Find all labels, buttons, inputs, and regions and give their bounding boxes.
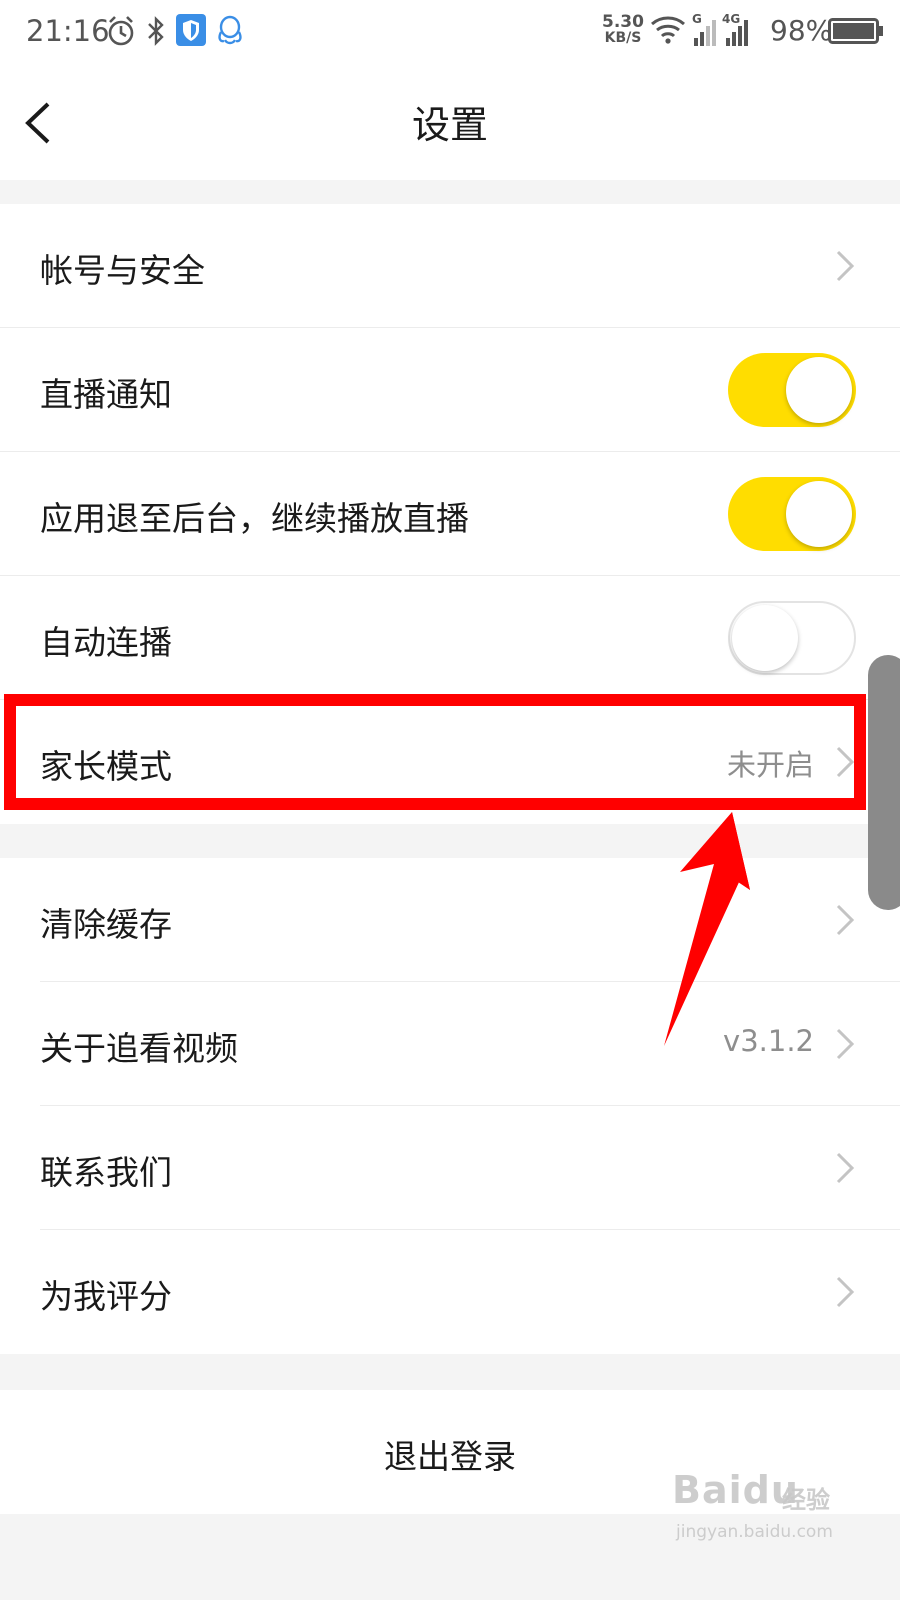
chevron-right-icon bbox=[836, 746, 855, 778]
app-version: v3.1.2 bbox=[723, 1024, 814, 1058]
setting-label: 自动连播 bbox=[40, 623, 172, 662]
parental-mode-status: 未开启 bbox=[726, 748, 814, 782]
settings-group-2: 清除缓存 关于追看视频 v3.1.2 联系我们 为我评分 bbox=[0, 858, 900, 1354]
network-speed: 5.30 KB/S bbox=[598, 12, 648, 47]
battery-icon bbox=[828, 18, 883, 44]
setting-parental-mode[interactable]: 家长模式 未开启 bbox=[0, 700, 900, 824]
toggle-knob bbox=[786, 357, 852, 423]
qq-icon bbox=[218, 15, 242, 45]
chevron-right-icon bbox=[836, 1028, 855, 1060]
setting-label: 清除缓存 bbox=[40, 905, 172, 944]
setting-account-security[interactable]: 帐号与安全 bbox=[0, 204, 900, 328]
page-title: 设置 bbox=[411, 103, 488, 147]
setting-about[interactable]: 关于追看视频 v3.1.2 bbox=[0, 982, 900, 1106]
alarm-icon bbox=[108, 16, 134, 46]
setting-label: 应用退至后台，继续播放直播 bbox=[40, 499, 469, 538]
header-bar: 设置 bbox=[0, 64, 900, 180]
shield-app-icon bbox=[176, 14, 206, 46]
network-speed-unit: KB/S bbox=[604, 30, 642, 46]
autoplay-toggle[interactable] bbox=[728, 601, 856, 675]
toggle-knob bbox=[732, 605, 798, 671]
signal-icon: G bbox=[690, 12, 720, 48]
setting-label: 直播通知 bbox=[40, 375, 172, 414]
toggle-knob bbox=[786, 481, 852, 547]
background-play-toggle[interactable] bbox=[728, 477, 856, 551]
chevron-right-icon bbox=[836, 1152, 855, 1184]
wifi-icon bbox=[651, 16, 685, 44]
setting-clear-cache[interactable]: 清除缓存 bbox=[0, 858, 900, 982]
scroll-handle[interactable] bbox=[868, 655, 900, 910]
status-time: 21:16 bbox=[26, 14, 110, 48]
setting-autoplay: 自动连播 bbox=[0, 576, 900, 700]
live-notification-toggle[interactable] bbox=[728, 353, 856, 427]
setting-background-play: 应用退至后台，继续播放直播 bbox=[0, 452, 900, 576]
logout-label: 退出登录 bbox=[384, 1437, 516, 1476]
logout-button[interactable]: 退出登录 bbox=[0, 1390, 900, 1514]
bluetooth-icon bbox=[148, 16, 164, 46]
setting-label: 帐号与安全 bbox=[40, 251, 205, 290]
network-speed-value: 5.30 bbox=[602, 12, 644, 32]
setting-live-notification: 直播通知 bbox=[0, 328, 900, 452]
setting-rate-us[interactable]: 为我评分 bbox=[0, 1230, 900, 1354]
chevron-right-icon bbox=[836, 904, 855, 936]
signal-4g-icon: 4G bbox=[722, 12, 752, 48]
setting-contact-us[interactable]: 联系我们 bbox=[0, 1106, 900, 1230]
setting-label: 联系我们 bbox=[40, 1153, 172, 1192]
settings-group-1: 帐号与安全 直播通知 应用退至后台，继续播放直播 自动连播 家长模式 未开启 bbox=[0, 204, 900, 824]
battery-percent: 98% bbox=[770, 14, 833, 47]
setting-label: 家长模式 bbox=[40, 747, 172, 786]
setting-label: 关于追看视频 bbox=[40, 1029, 238, 1068]
watermark-url: jingyan.baidu.com bbox=[676, 1522, 833, 1542]
chevron-right-icon bbox=[836, 1276, 855, 1308]
chevron-right-icon bbox=[836, 250, 855, 282]
status-bar: 21:16 5.30 KB/S G 4G 98% bbox=[0, 0, 900, 64]
setting-label: 为我评分 bbox=[40, 1277, 172, 1316]
